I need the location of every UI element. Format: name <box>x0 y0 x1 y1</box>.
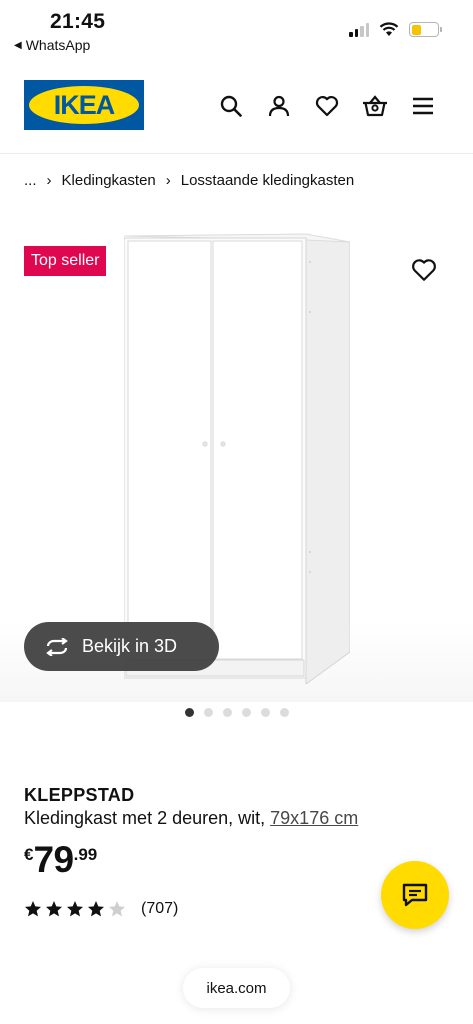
gallery-dot[interactable] <box>241 708 251 717</box>
chat-icon <box>402 883 428 907</box>
search-icon <box>220 95 242 117</box>
account-button[interactable] <box>265 92 293 120</box>
rotate-3d-icon <box>46 637 68 656</box>
chevron-right-icon: › <box>165 172 171 189</box>
product-description: Kledingkast met 2 deuren, wit, 79x176 cm <box>24 808 358 829</box>
status-bar: 21:45 ◀ WhatsApp <box>0 0 473 60</box>
search-button[interactable] <box>217 92 245 120</box>
gallery-dot[interactable] <box>279 708 289 717</box>
product-description-text: Kledingkast met 2 deuren, wit, <box>24 808 266 828</box>
back-app-label: WhatsApp <box>25 37 91 53</box>
cellular-signal-icon <box>349 22 369 37</box>
back-triangle-icon: ◀ <box>14 39 22 51</box>
heart-icon <box>315 96 339 117</box>
chat-button[interactable] <box>381 861 449 929</box>
price-integer: 79 <box>33 839 74 880</box>
breadcrumb-item-losstaande[interactable]: Losstaande kledingkasten <box>181 172 354 189</box>
product-image <box>124 233 350 684</box>
ikea-logo[interactable]: IKEA <box>24 80 144 130</box>
status-time: 21:45 <box>50 10 106 33</box>
top-seller-badge: Top seller <box>24 246 107 276</box>
header-actions <box>217 92 437 120</box>
browser-url-bar[interactable]: ikea.com <box>183 968 290 1008</box>
gallery-pagination <box>0 708 473 717</box>
add-to-wishlist-button[interactable] <box>411 258 437 284</box>
gallery-dot[interactable] <box>184 708 194 717</box>
menu-icon <box>413 97 433 115</box>
breadcrumb-ellipsis[interactable]: ... <box>24 172 37 189</box>
wifi-icon <box>379 22 399 36</box>
product-price: € 79 .99 <box>24 840 97 880</box>
breadcrumb: ... › Kledingkasten › Losstaande kleding… <box>24 172 354 189</box>
back-to-app-link[interactable]: ◀ WhatsApp <box>14 37 90 53</box>
browser-url-text: ikea.com <box>206 979 267 997</box>
site-header: IKEA <box>0 68 473 154</box>
logo-text: IKEA <box>53 89 116 120</box>
account-icon <box>268 95 290 117</box>
chevron-right-icon: › <box>46 172 52 189</box>
battery-icon <box>409 22 442 37</box>
view-in-3d-label: Bekijk in 3D <box>82 636 178 656</box>
product-name: KLEPPSTAD <box>24 785 135 805</box>
menu-button[interactable] <box>409 92 437 120</box>
breadcrumb-item-kledingkasten[interactable]: Kledingkasten <box>62 172 156 189</box>
gallery-dot[interactable] <box>203 708 213 717</box>
heart-icon <box>412 259 436 281</box>
wishlist-button[interactable] <box>313 92 341 120</box>
product-gallery[interactable]: Top seller Bekijk in 3D <box>0 222 473 702</box>
gallery-dot[interactable] <box>260 708 270 717</box>
view-in-3d-button[interactable]: Bekijk in 3D <box>24 622 219 671</box>
product-size-link[interactable]: 79x176 cm <box>270 808 358 828</box>
rating-stars-icon <box>25 901 125 917</box>
status-icons <box>349 22 442 37</box>
price-decimal: .99 <box>73 845 98 864</box>
product-rating[interactable]: (707) <box>24 900 178 918</box>
gallery-dot[interactable] <box>222 708 232 717</box>
basket-button[interactable] <box>361 92 389 120</box>
basket-icon <box>363 95 387 117</box>
price-currency: € <box>24 845 34 864</box>
rating-count: (707) <box>141 900 179 917</box>
